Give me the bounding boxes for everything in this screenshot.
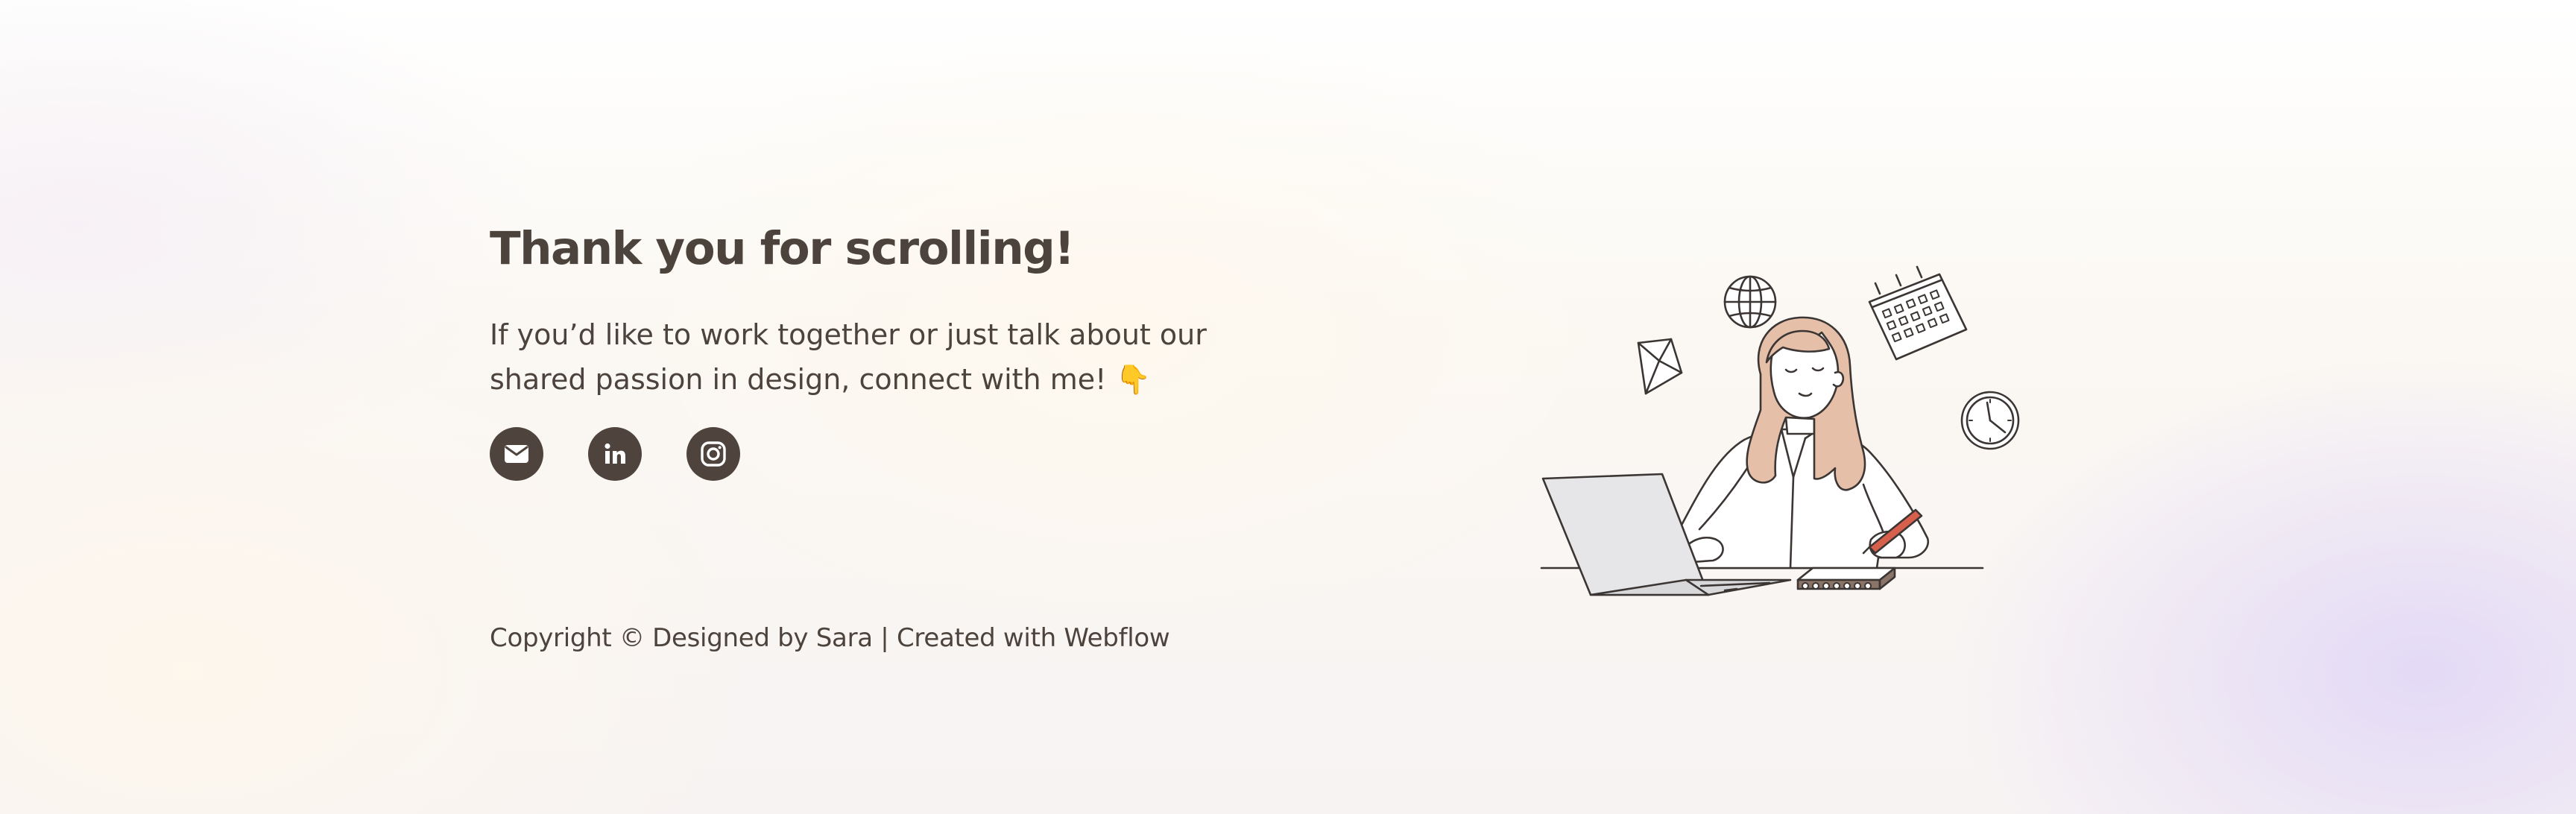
footer-copyright: Copyright © Designed by Sara | Created w… <box>490 623 1170 653</box>
contact-section: Thank you for scrolling! If you’d like t… <box>0 0 2576 814</box>
contact-intro-line-2-text: shared passion in design, connect with m… <box>490 363 1107 397</box>
instagram-link-button[interactable] <box>686 427 740 482</box>
contact-block: Thank you for scrolling! If you’d like t… <box>490 222 1235 482</box>
instagram-icon <box>701 441 726 467</box>
floating-calendar-icon <box>1868 265 1968 361</box>
email-link-button[interactable] <box>490 427 543 482</box>
envelope-icon <box>505 445 528 464</box>
contact-intro-line-1: If you’d like to work together or just t… <box>490 318 1207 352</box>
contact-intro: If you’d like to work together or just t… <box>490 312 1220 402</box>
linkedin-icon <box>604 443 625 464</box>
floating-globe-icon <box>1723 275 1777 329</box>
woman-at-laptop-illustration <box>1540 265 2020 596</box>
contact-intro-line-2: shared passion in design, connect with m… <box>490 357 1220 402</box>
floating-envelope-icon <box>1637 338 1683 395</box>
notebook-icon <box>1796 567 1896 590</box>
thank-you-heading: Thank you for scrolling! <box>490 222 1075 275</box>
pointing-down-emoji: 👇 <box>1115 363 1151 397</box>
linkedin-link-button[interactable] <box>588 427 642 482</box>
floating-clock-icon <box>1960 391 2020 450</box>
social-links <box>490 427 1235 482</box>
